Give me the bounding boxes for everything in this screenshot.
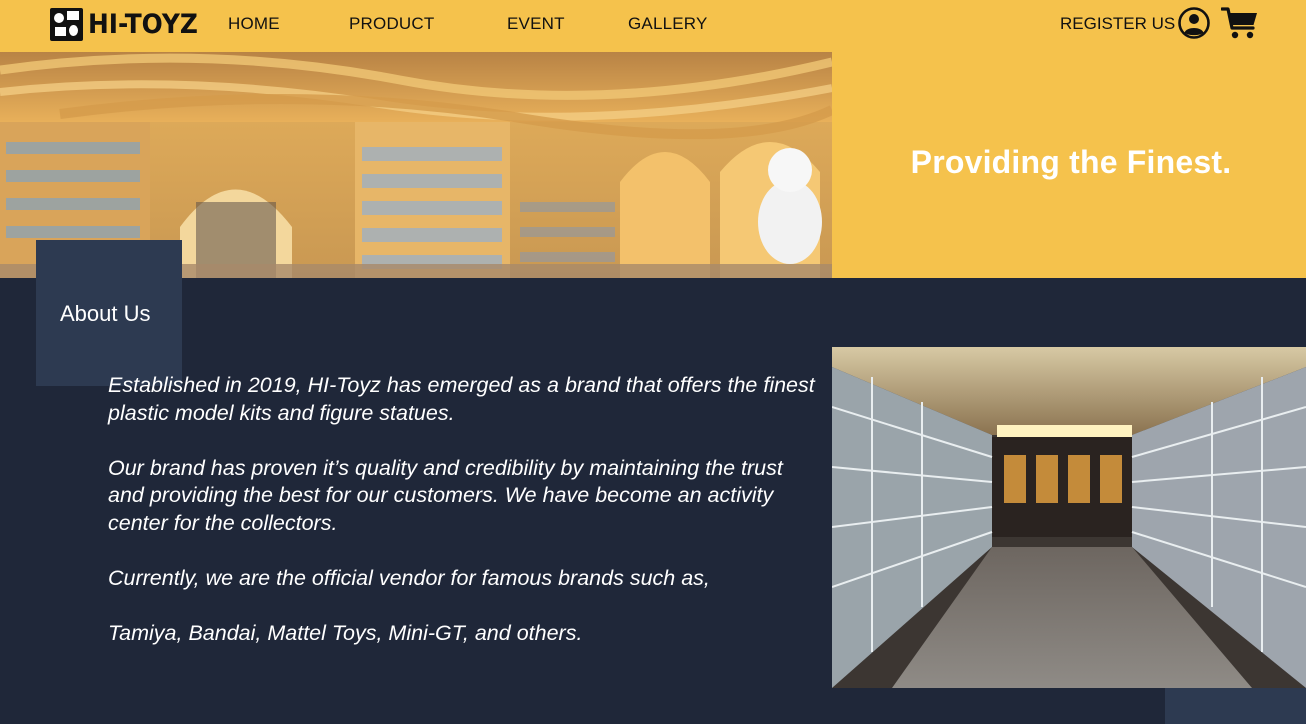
puzzle-logo-icon [50, 7, 83, 41]
shopping-cart-icon[interactable] [1221, 6, 1259, 40]
about-content: Established in 2019, HI-Toyz has emerged… [108, 372, 818, 647]
decorative-corner-block [1165, 688, 1306, 724]
nav-gallery-link[interactable]: GALLERY [628, 14, 708, 34]
about-paragraph: Our brand has proven it’s quality and cr… [108, 455, 783, 535]
nav-event-link[interactable]: EVENT [507, 14, 565, 34]
top-navbar: HI-TOYZ HOME PRODUCT EVENT GALLERY REGIS… [0, 0, 1306, 52]
user-circle-icon[interactable] [1177, 6, 1211, 40]
about-paragraph: Tamiya, Bandai, Mattel Toys, Mini-GT, an… [108, 620, 583, 645]
hero-tagline-panel: Providing the Finest. [832, 52, 1306, 278]
about-heading-box: About Us [36, 240, 182, 386]
nav-product-link[interactable]: PRODUCT [349, 14, 434, 34]
about-paragraph: Currently, we are the official vendor fo… [108, 565, 710, 590]
about-paragraph: Established in 2019, HI-Toyz has emerged… [108, 373, 815, 425]
register-link[interactable]: REGISTER US [1060, 14, 1175, 34]
about-heading: About Us [60, 301, 151, 326]
hero-tagline: Providing the Finest. [910, 144, 1232, 180]
figure-gallery-image [832, 347, 1306, 688]
brand-logo[interactable]: HI-TOYZ [50, 6, 207, 42]
display-cases-illustration [832, 347, 1306, 688]
nav-home-link[interactable]: HOME [228, 14, 280, 34]
brand-name: HI-TOYZ [88, 8, 198, 40]
